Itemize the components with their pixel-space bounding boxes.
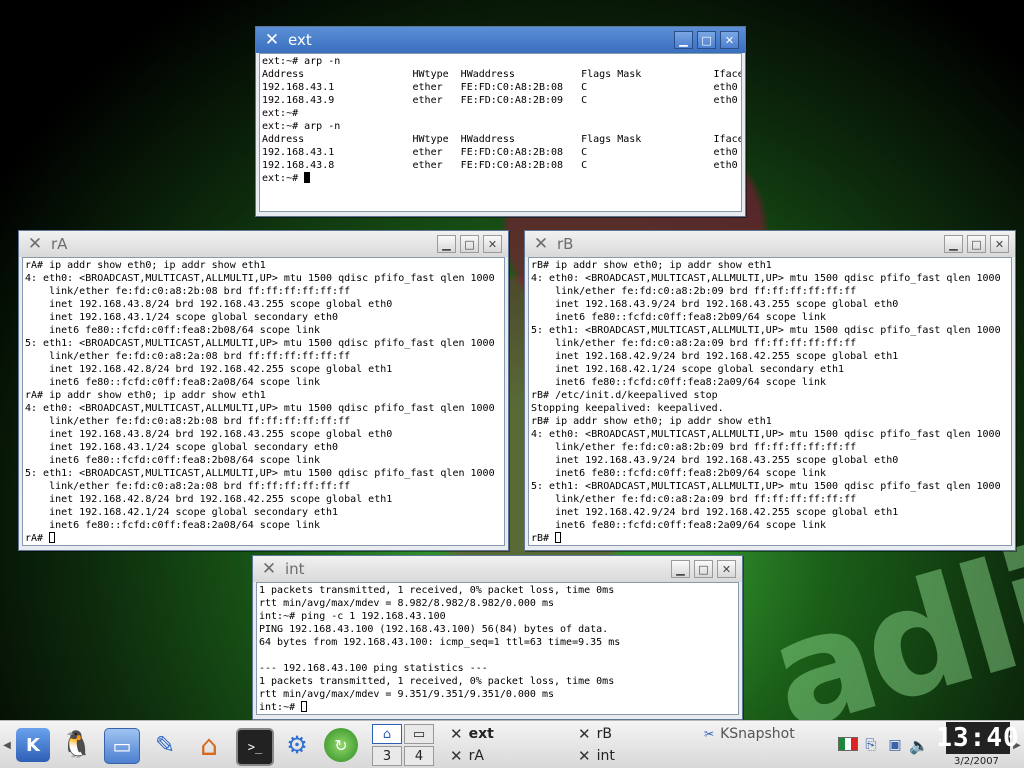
x-window-icon[interactable]: ✕ <box>259 559 279 579</box>
x-app-icon: ✕ <box>450 725 463 743</box>
klipper-clipboard-icon[interactable]: ⎘ <box>860 735 882 755</box>
minimize-button[interactable]: ▁ <box>944 235 963 253</box>
window-title: ext <box>288 31 312 49</box>
terminal-area[interactable]: ext:~# arp -n Address HWtype HWaddress F… <box>259 53 742 212</box>
task-label: rA <box>468 748 484 764</box>
network-monitor-icon[interactable]: ▣ <box>884 735 906 755</box>
close-button[interactable]: ✕ <box>717 560 736 578</box>
panel-scroll-left-arrow[interactable]: ◀ <box>2 735 12 755</box>
keyboard-layout-flag-icon[interactable] <box>838 737 858 751</box>
taskbar-item-int[interactable]: ✕ int <box>578 746 615 766</box>
titlebar[interactable]: ✕ ext ▁ □ ✕ <box>256 27 745 53</box>
pager-desktop-1[interactable]: ⌂ <box>372 724 402 744</box>
text-cursor <box>49 532 56 543</box>
home-folder-icon[interactable]: ⌂ <box>192 728 226 762</box>
terminal-area[interactable]: 1 packets transmitted, 1 received, 0% pa… <box>256 582 739 715</box>
pager-label: 3 <box>382 748 392 764</box>
minimize-button[interactable]: ▁ <box>671 560 690 578</box>
x-window-icon[interactable]: ✕ <box>262 30 282 50</box>
task-label: KSnapshot <box>720 726 795 742</box>
kde-menu-icon[interactable]: K <box>16 728 50 762</box>
close-button[interactable]: ✕ <box>990 235 1009 253</box>
taskbar-item-ksnapshot[interactable]: ✂ KSnapshot <box>704 724 795 744</box>
terminal-konsole-icon[interactable]: >_ <box>236 728 274 766</box>
taskbar-clock[interactable]: 13:40 <box>936 722 1019 754</box>
x-window-icon[interactable]: ✕ <box>25 234 45 254</box>
terminal-area[interactable]: rA# ip addr show eth0; ip addr show eth1… <box>22 257 505 546</box>
minimize-button[interactable]: ▁ <box>437 235 456 253</box>
maximize-button[interactable]: □ <box>460 235 479 253</box>
tux-penguin-icon[interactable]: 🐧 <box>60 728 94 762</box>
taskbar-item-rA[interactable]: ✕ rA <box>450 746 484 766</box>
close-button[interactable]: ✕ <box>483 235 502 253</box>
titlebar[interactable]: ✕ rA ▁ □ ✕ <box>19 231 508 257</box>
titlebar[interactable]: ✕ rB ▁ □ ✕ <box>525 231 1015 257</box>
wallpaper-code-pattern <box>760 40 1020 220</box>
minimize-button[interactable]: ▁ <box>674 31 693 49</box>
task-label: int <box>596 748 615 764</box>
maximize-button[interactable]: □ <box>694 560 713 578</box>
network-globe-icon[interactable]: ↻ <box>324 728 358 762</box>
x-app-icon: ✕ <box>578 725 591 743</box>
desktop-pager: ⌂ ▭ 3 4 <box>372 724 436 766</box>
maximize-button[interactable]: □ <box>967 235 986 253</box>
taskbar-item-rB[interactable]: ✕ rB <box>578 724 612 744</box>
camera-icon: ✂ <box>704 727 715 741</box>
window-title: rB <box>557 235 574 253</box>
terminal-output: 1 packets transmitted, 1 received, 0% pa… <box>259 585 621 713</box>
terminal-area[interactable]: rB# ip addr show eth0; ip addr show eth1… <box>528 257 1012 546</box>
window-ext[interactable]: ✕ ext ▁ □ ✕ ext:~# arp -n Address HWtype… <box>255 26 746 217</box>
close-button[interactable]: ✕ <box>720 31 739 49</box>
window-title: rA <box>51 235 68 253</box>
window-list-icon[interactable]: ▭ <box>104 728 140 764</box>
window-int[interactable]: ✕ int ▁ □ ✕ 1 packets transmitted, 1 rec… <box>252 555 743 720</box>
taskbar-item-ext[interactable]: ✕ ext <box>450 724 494 744</box>
window-title: int <box>285 560 305 578</box>
text-cursor <box>301 701 308 712</box>
x-app-icon: ✕ <box>450 747 463 765</box>
pager-label: 4 <box>414 748 424 764</box>
text-cursor <box>304 172 311 183</box>
terminal-output: rA# ip addr show eth0; ip addr show eth1… <box>25 260 495 544</box>
pager-desktop-2[interactable]: ▭ <box>404 724 434 744</box>
konqueror-web-icon[interactable]: ⚙ <box>280 728 314 762</box>
window-rB[interactable]: ✕ rB ▁ □ ✕ rB# ip addr show eth0; ip add… <box>524 230 1016 551</box>
x-window-icon[interactable]: ✕ <box>531 234 551 254</box>
maximize-button[interactable]: □ <box>697 31 716 49</box>
text-cursor <box>555 532 562 543</box>
taskbar-date: 3/2/2007 <box>954 756 999 767</box>
pager-desktop-4[interactable]: 4 <box>404 746 434 766</box>
taskbar: ◀ K 🐧 ▭ ✎ ⌂ >_ ⚙ ↻ ⌂ ▭ 3 4 ✕ ext ✕ rA ✕ rB … <box>0 720 1024 768</box>
volume-speaker-icon[interactable]: 🔈 <box>908 735 930 755</box>
task-label: ext <box>468 726 494 742</box>
terminal-output: ext:~# arp -n Address HWtype HWaddress F… <box>262 56 742 184</box>
terminal-output: rB# ip addr show eth0; ip addr show eth1… <box>531 260 1001 544</box>
titlebar[interactable]: ✕ int ▁ □ ✕ <box>253 556 742 582</box>
pager-desktop-3[interactable]: 3 <box>372 746 402 766</box>
x-app-icon: ✕ <box>578 747 591 765</box>
kcontrol-paint-icon[interactable]: ✎ <box>148 728 182 762</box>
window-rA[interactable]: ✕ rA ▁ □ ✕ rA# ip addr show eth0; ip add… <box>18 230 509 551</box>
task-label: rB <box>596 726 612 742</box>
